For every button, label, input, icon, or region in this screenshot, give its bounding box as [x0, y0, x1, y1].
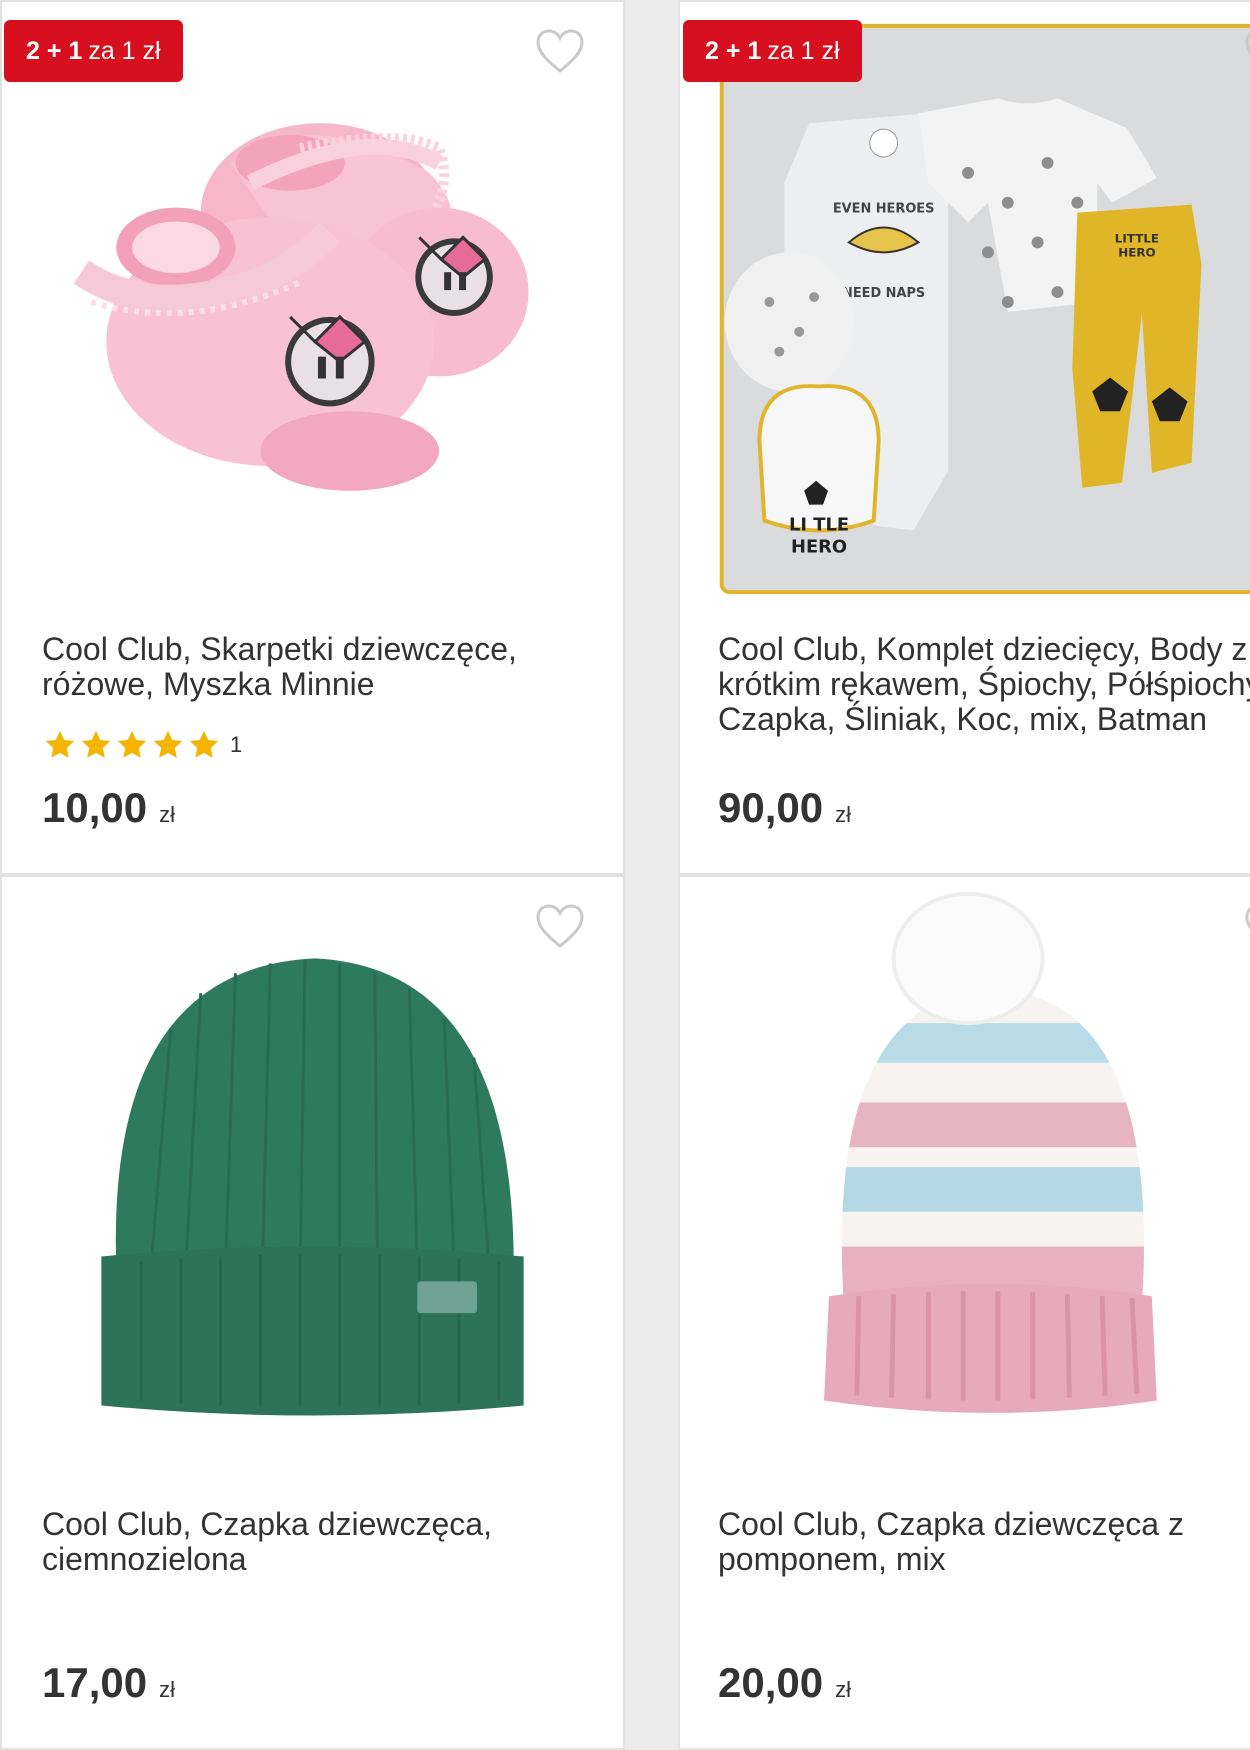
- product-price: 10,00 zł: [42, 784, 175, 832]
- product-rating: 1: [42, 728, 242, 762]
- star-icon: [117, 730, 147, 758]
- price-amount: 20,00: [718, 1659, 824, 1706]
- favorite-heart-icon[interactable]: [535, 28, 585, 74]
- price-currency: zł: [159, 802, 175, 827]
- bib-print-bottom: HERO: [791, 536, 847, 557]
- price-amount: 10,00: [42, 784, 148, 831]
- star-icon: [45, 730, 75, 758]
- romper-print-top: EVEN HEROES: [833, 202, 935, 217]
- product-title[interactable]: Cool Club, Komplet dziecięcy, Body z kró…: [718, 632, 1250, 737]
- promo-badge-bold: 2 + 1: [26, 36, 83, 65]
- promo-badge: 2 + 1 za 1 zł: [683, 20, 862, 82]
- product-card[interactable]: Cool Club, Czapka dziewczęca z pomponem,…: [678, 875, 1250, 1750]
- baby-socks-image[interactable]: [2, 2, 623, 602]
- product-price: 17,00 zł: [42, 1659, 175, 1707]
- promo-badge-text: za 1 zł: [767, 36, 840, 65]
- favorite-heart-icon[interactable]: [1244, 28, 1250, 74]
- product-title[interactable]: Cool Club, Czapka dziewczęca z pomponem,…: [718, 1507, 1250, 1577]
- product-card[interactable]: 2 + 1 za 1 zł Cool Club, Skarpetki dziew…: [0, 0, 625, 875]
- product-price: 90,00 zł: [718, 784, 851, 832]
- promo-badge-bold: 2 + 1: [705, 36, 762, 65]
- pants-print-bottom: HERO: [1118, 245, 1155, 259]
- product-card[interactable]: Cool Club, Czapka dziewczęca, ciemnoziel…: [0, 875, 625, 1750]
- price-currency: zł: [159, 1677, 175, 1702]
- bib-print-top: LI TLE: [789, 514, 849, 535]
- pompom-hat-image[interactable]: [680, 877, 1250, 1477]
- romper-print-bottom: NEED NAPS: [842, 286, 925, 301]
- price-currency: zł: [835, 802, 851, 827]
- product-price: 20,00 zł: [718, 1659, 851, 1707]
- green-beanie-image[interactable]: [2, 877, 623, 1477]
- price-currency: zł: [835, 1677, 851, 1702]
- rating-count: 1: [230, 732, 243, 757]
- product-card[interactable]: EVEN HEROES NEED NAPS LITTLE HERO LI TLE…: [678, 0, 1250, 875]
- baby-set-image[interactable]: EVEN HEROES NEED NAPS LITTLE HERO LI TLE…: [680, 2, 1250, 602]
- price-amount: 17,00: [42, 1659, 148, 1706]
- price-amount: 90,00: [718, 784, 824, 831]
- pants-print-top: LITTLE: [1115, 231, 1159, 245]
- product-title[interactable]: Cool Club, Czapka dziewczęca, ciemnoziel…: [42, 1507, 582, 1577]
- favorite-heart-icon[interactable]: [1244, 903, 1250, 949]
- star-icon: [189, 730, 219, 758]
- promo-badge-text: za 1 zł: [88, 36, 161, 65]
- favorite-heart-icon[interactable]: [535, 903, 585, 949]
- promo-badge: 2 + 1 za 1 zł: [4, 20, 183, 82]
- product-title[interactable]: Cool Club, Skarpetki dziewczęce, różowe,…: [42, 632, 582, 702]
- star-icon: [81, 730, 111, 758]
- star-icon: [153, 730, 183, 758]
